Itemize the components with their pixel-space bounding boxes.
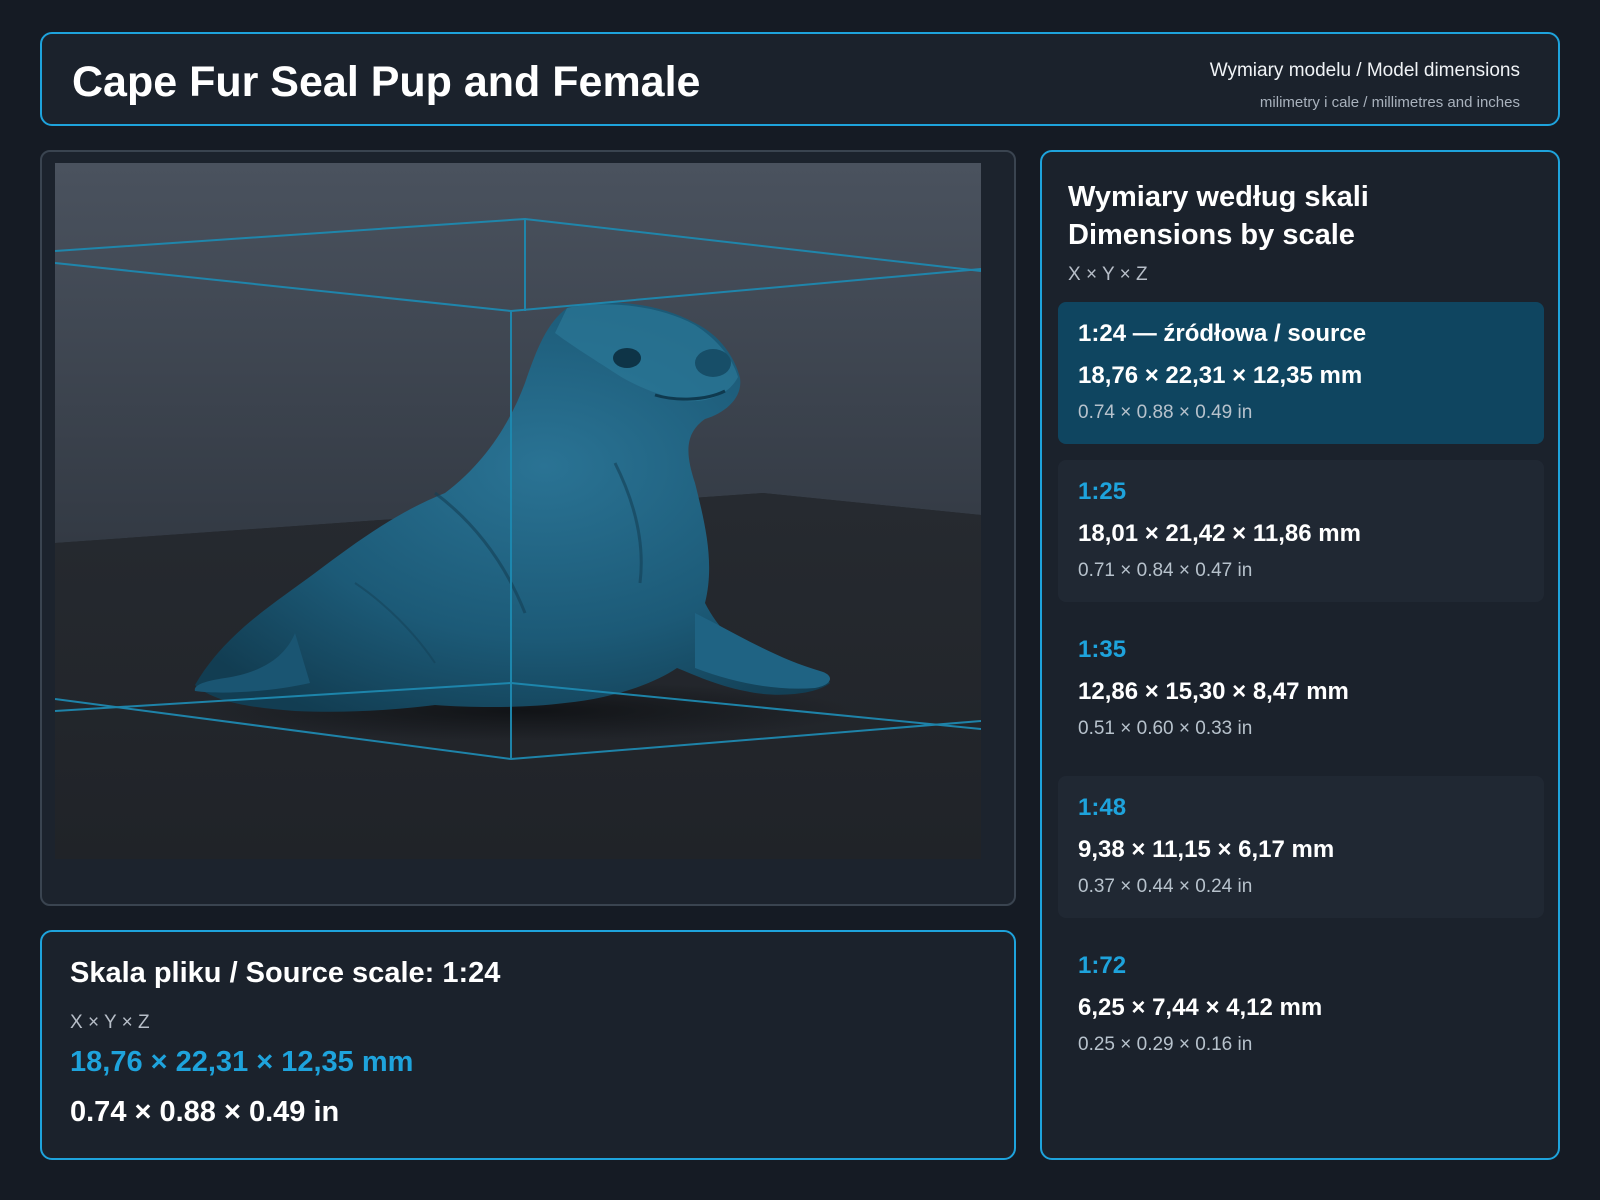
scale-card-1-35[interactable]: 1:35 12,86 × 15,30 × 8,47 mm 0.51 × 0.60… xyxy=(1058,618,1544,760)
header-panel: Cape Fur Seal Pup and Female Wymiary mod… xyxy=(40,32,1560,126)
scale-card-1-72[interactable]: 1:72 6,25 × 7,44 × 4,12 mm 0.25 × 0.29 ×… xyxy=(1058,934,1544,1076)
scale-label: 1:25 xyxy=(1078,478,1127,505)
sidebar-title: Wymiary według skali Dimensions by scale xyxy=(1068,178,1528,254)
scale-dimensions-in: 0.74 × 0.88 × 0.49 in xyxy=(1078,402,1253,423)
scale-label: 1:35 xyxy=(1078,636,1127,663)
scale-sidebar: Wymiary według skali Dimensions by scale… xyxy=(1040,150,1560,1160)
source-dimensions-mm: 18,76 × 22,31 × 12,35 mm xyxy=(70,1046,414,1078)
scale-dimensions-mm: 18,01 × 21,42 × 11,86 mm xyxy=(1078,520,1361,547)
header-subtitle: Wymiary modelu / Model dimensions xyxy=(1209,60,1520,81)
source-scale-panel: Skala pliku / Source scale: 1:24 X × Y ×… xyxy=(40,930,1016,1160)
scale-dimensions-in: 0.51 × 0.60 × 0.33 in xyxy=(1078,718,1253,739)
source-axes-label: X × Y × Z xyxy=(70,1012,150,1033)
sidebar-title-line2: Dimensions by scale xyxy=(1068,219,1355,251)
scale-dimensions-mm: 9,38 × 11,15 × 6,17 mm xyxy=(1078,836,1335,863)
scale-label: 1:24 — źródłowa / source xyxy=(1078,320,1367,347)
scale-card-1-25[interactable]: 1:25 18,01 × 21,42 × 11,86 mm 0.71 × 0.8… xyxy=(1058,460,1544,602)
scale-label: 1:48 xyxy=(1078,794,1127,821)
scale-card-1-48[interactable]: 1:48 9,38 × 11,15 × 6,17 mm 0.37 × 0.44 … xyxy=(1058,776,1544,918)
scale-dimensions-mm: 12,86 × 15,30 × 8,47 mm xyxy=(1078,678,1349,705)
scale-dimensions-in: 0.25 × 0.29 × 0.16 in xyxy=(1078,1034,1253,1055)
model-render xyxy=(55,163,981,859)
scale-dimensions-in: 0.37 × 0.44 × 0.24 in xyxy=(1078,876,1253,897)
scale-label: 1:72 xyxy=(1078,952,1127,979)
scale-card-1-24[interactable]: 1:24 — źródłowa / source 18,76 × 22,31 ×… xyxy=(1058,302,1544,444)
header-units-note: milimetry i cale / millimetres and inche… xyxy=(1259,94,1520,111)
page-title: Cape Fur Seal Pup and Female xyxy=(72,58,701,106)
scale-dimensions-in: 0.71 × 0.84 × 0.47 in xyxy=(1078,560,1253,581)
scale-dimensions-mm: 18,76 × 22,31 × 12,35 mm xyxy=(1078,362,1363,389)
sidebar-axes-label: X × Y × Z xyxy=(1068,264,1148,285)
source-dimensions-in: 0.74 × 0.88 × 0.49 in xyxy=(70,1096,340,1128)
sidebar-title-line1: Wymiary według skali xyxy=(1068,181,1369,213)
source-scale-title: Skala pliku / Source scale: 1:24 xyxy=(70,957,501,989)
model-viewport[interactable] xyxy=(40,150,1016,906)
scale-dimensions-mm: 6,25 × 7,44 × 4,12 mm xyxy=(1078,994,1323,1021)
